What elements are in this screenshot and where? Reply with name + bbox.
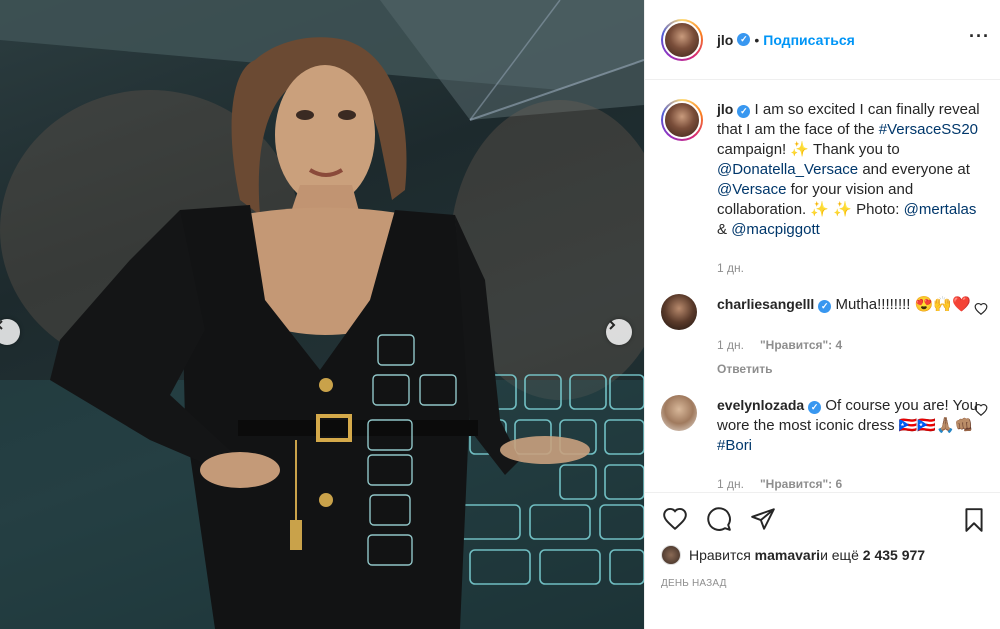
comment-body: evelynlozada ✓ Of course you are! You wor… [717, 395, 987, 492]
bookmark-icon[interactable] [961, 506, 987, 534]
likes-summary: Нравится mamavari и ещё 2 435 977 [661, 545, 925, 565]
comment-item: evelynlozada ✓ Of course you are! You wor… [645, 379, 1000, 492]
mention-link[interactable]: @Versace [717, 181, 786, 198]
caption-meta: 1 дн. [717, 258, 987, 278]
post-time-ago[interactable]: ДЕНЬ НАЗАД [661, 578, 727, 589]
comment-likes[interactable]: "Нравится": 4 [760, 335, 842, 355]
more-options-icon[interactable]: ··· [969, 27, 990, 45]
comment-item: charliesangelll ✓ Mutha!!!!!!!! 😍🙌❤️ 1 дн… [645, 278, 1000, 379]
comments-list[interactable]: jlo ✓ I am so excited I can finally revea… [645, 81, 1000, 492]
liker-avatar[interactable] [661, 545, 681, 565]
header-info: jlo ✓ • Подписаться [717, 32, 855, 48]
author-username[interactable]: jlo [717, 32, 733, 48]
commenter-username[interactable]: evelynlozada [717, 397, 804, 413]
commenter-avatar[interactable] [661, 395, 697, 431]
action-bar [645, 492, 1000, 542]
comment-like-icon[interactable] [974, 302, 988, 316]
mention-link[interactable]: @mertalas [904, 201, 977, 218]
verified-badge-icon: ✓ [818, 300, 832, 313]
verified-badge-icon: ✓ [808, 401, 822, 414]
mention-link[interactable]: @macpiggott [731, 221, 820, 238]
caption-username[interactable]: jlo [717, 101, 733, 117]
post-photo[interactable] [0, 0, 644, 629]
reply-button[interactable]: Ответить [717, 359, 772, 379]
caption-text-part: & [717, 221, 732, 238]
post-header: jlo ✓ • Подписаться ··· [645, 0, 1000, 80]
heart-icon[interactable] [661, 506, 689, 532]
caption: jlo ✓ I am so excited I can finally revea… [645, 81, 1000, 278]
caption-time[interactable]: 1 дн. [717, 258, 744, 278]
caption-text-part: campaign! ✨ Thank you to [717, 141, 900, 158]
hashtag-link[interactable]: #Bori [717, 437, 752, 454]
hashtag-link[interactable]: #VersaceSS20 [879, 121, 978, 138]
instagram-post: jlo ✓ • Подписаться ··· jlo ✓ I am so exc… [0, 0, 1000, 629]
header-separator: • [754, 31, 760, 48]
comment-likes[interactable]: "Нравится": 6 [760, 474, 842, 492]
post-side-panel: jlo ✓ • Подписаться ··· jlo ✓ I am so exc… [644, 0, 1000, 629]
comment-reply-row: Ответить [717, 359, 987, 379]
liker-username[interactable]: mamavari [755, 547, 820, 563]
caption-body: jlo ✓ I am so excited I can finally revea… [717, 99, 987, 278]
comment-time[interactable]: 1 дн. [717, 335, 744, 355]
comment-time[interactable]: 1 дн. [717, 474, 744, 492]
likes-middle: и ещё [820, 547, 859, 563]
commenter-avatar[interactable] [661, 294, 697, 330]
chevron-right-icon [609, 320, 616, 330]
caption-text-part: and everyone at [858, 161, 970, 178]
chevron-left-icon [0, 320, 3, 330]
comment-meta: 1 дн. "Нравится": 6 [717, 474, 987, 492]
commenter-username[interactable]: charliesangelll [717, 296, 814, 312]
comment-content: Mutha!!!!!!!! 😍🙌❤️ [831, 296, 971, 313]
comment-text: evelynlozada ✓ Of course you are! You wor… [717, 395, 987, 456]
caption-text: jlo ✓ I am so excited I can finally revea… [717, 99, 987, 240]
comment-meta: 1 дн. "Нравится": 4 [717, 335, 987, 355]
likes-prefix: Нравится [689, 547, 751, 563]
author-avatar[interactable] [661, 18, 703, 61]
comment-bubble-icon[interactable] [705, 506, 733, 532]
likes-count[interactable]: 2 435 977 [863, 547, 925, 563]
photo-artwork [0, 0, 644, 629]
verified-badge-icon: ✓ [737, 105, 751, 118]
comment-text: charliesangelll ✓ Mutha!!!!!!!! 😍🙌❤️ [717, 294, 987, 315]
follow-button[interactable]: Подписаться [763, 32, 855, 48]
comment-body: charliesangelll ✓ Mutha!!!!!!!! 😍🙌❤️ 1 дн… [717, 294, 987, 379]
mention-link[interactable]: @Donatella_Versace [717, 161, 858, 178]
next-photo-button[interactable] [606, 319, 632, 345]
verified-badge-icon: ✓ [737, 33, 751, 46]
comment-like-icon[interactable] [974, 403, 988, 417]
caption-avatar[interactable] [661, 99, 703, 141]
paper-plane-icon[interactable] [749, 506, 777, 532]
